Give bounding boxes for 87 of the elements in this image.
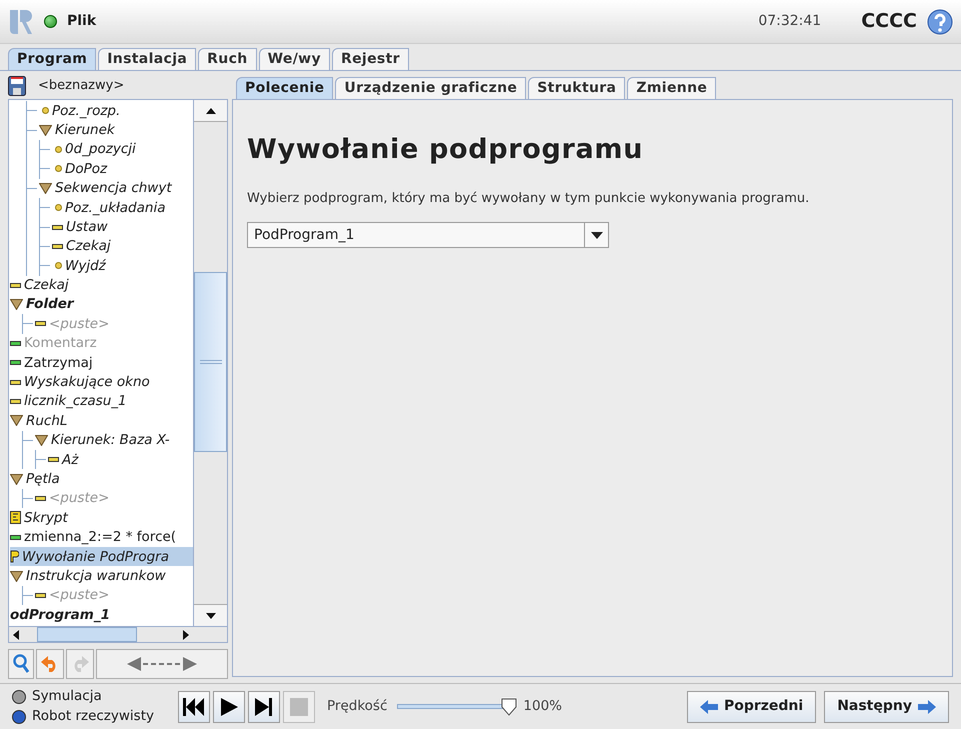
tree-item[interactable]: Folder — [10, 294, 193, 314]
triangle-icon — [10, 415, 23, 426]
stop-icon — [290, 698, 308, 716]
waypoint-icon — [55, 165, 62, 172]
clock: 07:32:41 — [758, 12, 822, 31]
slider-thumb[interactable] — [501, 698, 518, 716]
tree-item[interactable]: Wyjdź — [40, 256, 193, 276]
speed-slider[interactable] — [397, 698, 518, 716]
tree-item[interactable]: Kierunek: Baza X- — [23, 430, 193, 450]
mode-label: Robot rzeczywisty — [32, 707, 154, 726]
rewind-icon — [183, 698, 205, 716]
left-arrow-icon[interactable] — [13, 630, 19, 640]
tree-item[interactable]: Ustaw — [40, 217, 193, 237]
tree-item[interactable]: Wywołanie PodProgra — [10, 546, 193, 566]
script-icon — [10, 511, 21, 524]
status-led-icon — [44, 15, 57, 28]
waypoint-icon — [55, 262, 62, 270]
tab[interactable]: Instalacja — [98, 48, 196, 70]
up-arrow-icon[interactable] — [206, 108, 216, 114]
previous-button[interactable]: Poprzedni — [686, 690, 816, 722]
tab[interactable]: Ruch — [198, 48, 257, 70]
tree-item[interactable]: zmienna_2:=2 * force( — [10, 528, 193, 547]
tab[interactable]: Struktura — [528, 77, 626, 99]
file-menu[interactable]: Plik — [67, 11, 96, 32]
rewind-button[interactable] — [178, 690, 210, 722]
help-icon[interactable] — [927, 8, 953, 34]
step-icon — [253, 698, 275, 716]
tab[interactable]: Polecenie — [236, 77, 334, 99]
tree-item[interactable]: Pętla — [10, 469, 193, 489]
triangle-icon — [35, 434, 48, 446]
mode-radio[interactable] — [12, 690, 26, 704]
triangle-icon — [10, 570, 23, 582]
waypoint-icon — [42, 107, 49, 114]
tree-item[interactable]: Zatrzymaj — [10, 353, 193, 372]
right-arrow-icon[interactable] — [183, 630, 189, 640]
tree-item[interactable]: 0d_pozycji — [40, 140, 193, 160]
tree-item[interactable]: Sekwencja chwyt — [27, 178, 193, 198]
right-arrow-icon — [918, 700, 936, 714]
triangle-icon — [39, 124, 52, 136]
panel-description: Wybierz podprogram, który ma być wywołany w tym punkcie wykonywania programu. — [247, 190, 810, 208]
tree-item[interactable]: odProgram_1 — [10, 605, 193, 625]
vertical-scrollbar[interactable] — [193, 100, 227, 626]
tab[interactable]: Urządzenie graficzne — [335, 77, 526, 99]
save-icon[interactable] — [8, 76, 26, 96]
step-button[interactable] — [248, 690, 280, 722]
horizontal-scrollbar[interactable] — [9, 626, 227, 642]
call-icon — [10, 550, 19, 564]
robot-name: CCCC — [861, 9, 917, 34]
play-icon — [218, 698, 240, 716]
search-button[interactable] — [8, 649, 34, 679]
dropdown-caret-icon — [590, 232, 602, 238]
waypoint-icon — [55, 204, 62, 212]
speed-label: Prędkość — [327, 697, 388, 716]
tab[interactable]: Rejestr — [332, 48, 409, 70]
tree-item[interactable]: RuchL — [10, 411, 193, 431]
left-arrow-icon — [700, 700, 718, 714]
logo-icon — [8, 8, 34, 36]
play-button[interactable] — [213, 690, 245, 722]
triangle-icon — [10, 474, 23, 485]
panel-heading: Wywołanie podprogramu — [247, 133, 644, 167]
move-button[interactable] — [96, 649, 228, 679]
left-right-arrow-icon — [127, 657, 197, 671]
tree-item[interactable]: Skrypt — [10, 508, 193, 528]
waypoint-icon — [55, 146, 62, 153]
tree-item[interactable]: Kierunek — [27, 120, 193, 140]
subprogram-dropdown[interactable]: PodProgram_1 — [247, 222, 609, 248]
speed-reading: 100% — [523, 697, 562, 716]
mode-label: Symulacja — [32, 687, 102, 706]
down-arrow-icon[interactable] — [206, 612, 216, 618]
search-icon — [12, 654, 30, 674]
tree-item[interactable]: Instrukcja warunkow — [10, 566, 193, 586]
tree-item[interactable]: DoPoz — [40, 159, 193, 179]
tree-item[interactable]: Czekaj — [40, 236, 193, 256]
program-name: <beznazwy> — [38, 77, 124, 96]
triangle-icon — [39, 182, 52, 194]
triangle-icon — [10, 299, 23, 310]
tab[interactable]: Program — [8, 48, 96, 70]
tab[interactable]: Zmienne — [627, 77, 716, 99]
tree-item[interactable]: Aż — [36, 450, 193, 470]
tree-item[interactable]: licznik_czasu_1 — [10, 392, 193, 412]
tree-item[interactable]: Czekaj — [10, 276, 193, 295]
next-button[interactable]: Następny — [824, 690, 949, 722]
tree-item[interactable]: Wyskakujące okno — [10, 372, 193, 392]
tree-item[interactable]: Poz._rozp. — [27, 101, 193, 120]
tree-item[interactable]: Poz._układania — [40, 198, 193, 218]
mode-radio[interactable] — [12, 710, 26, 724]
tab[interactable]: We/wy — [258, 48, 330, 70]
